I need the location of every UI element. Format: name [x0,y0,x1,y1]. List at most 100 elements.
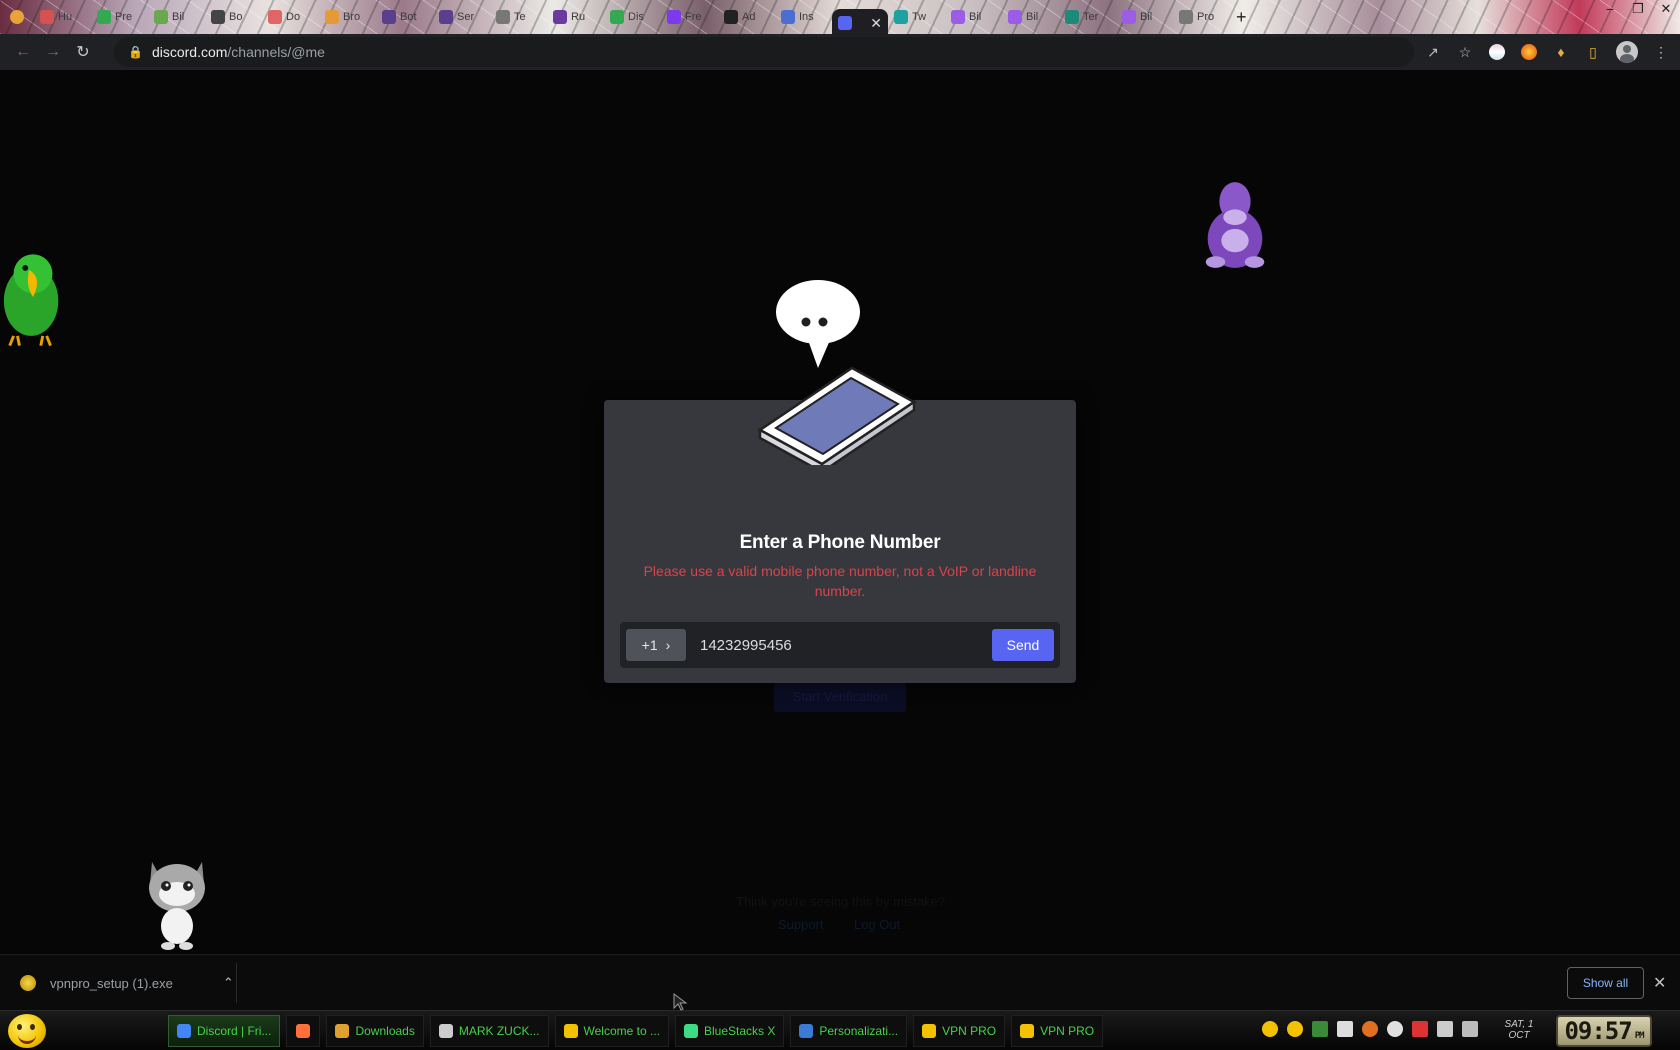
send-button[interactable]: Send [992,629,1054,661]
logout-link[interactable]: Log Out [854,917,900,932]
url-host: discord.com [151,44,228,60]
taskbar-item[interactable]: Personalizati... [790,1015,908,1047]
browser-tab[interactable]: Fre [661,3,718,31]
browser-tab[interactable]: Te [490,3,547,31]
tray-flag-icon[interactable] [1412,1021,1428,1037]
tab-discord-active[interactable]: ✕ [832,9,888,37]
tray-bird-icon[interactable] [1337,1021,1353,1037]
browser-tab[interactable]: Pre [91,3,148,31]
download-item[interactable]: vpnpro_setup (1).exe ⌃ [20,955,234,1011]
tab-favicon-icon [553,10,567,24]
browser-tab[interactable]: Do [262,3,319,31]
tab-label: Pre [115,11,133,23]
date-month: OCT [1508,1030,1530,1041]
tab-favicon-icon [97,10,111,24]
taskbar-clock[interactable]: 09:57 PM [1556,1015,1652,1047]
browser-tab[interactable]: Bil [148,3,205,31]
maximize-button[interactable]: ❐ [1624,0,1652,20]
browser-tab[interactable]: Tw [888,3,945,31]
tray-smiley-icon[interactable] [1262,1021,1278,1037]
extension-flag-icon[interactable] [1488,43,1506,61]
reload-button[interactable]: ↻ [68,42,98,62]
browser-tab[interactable]: Hu [34,3,91,31]
browser-tab[interactable]: Ins [775,3,832,31]
taskbar-item[interactable] [286,1015,321,1047]
tray-tree-icon[interactable] [1312,1021,1328,1037]
lock-icon: 🔒 [128,45,143,59]
tab-favicon-icon [894,10,908,24]
taskbar-item[interactable]: Discord | Fri... [168,1015,281,1047]
bookmark-star-icon[interactable]: ☆ [1456,43,1474,61]
tray-volume-icon[interactable] [1462,1021,1478,1037]
address-bar[interactable]: 🔒 discord.com/channels/@me [114,37,1414,67]
taskbar-date[interactable]: SAT, 1 OCT [1492,1019,1546,1041]
taskbar-item[interactable]: Downloads [326,1015,424,1047]
gray-cat-pet[interactable] [142,852,212,952]
purple-gorilla-pet[interactable] [1196,174,1274,276]
browser-tab[interactable]: Dis [604,3,661,31]
close-download-bar-icon[interactable]: ✕ [1653,973,1666,993]
chevron-up-icon[interactable]: ⌃ [223,975,234,991]
taskbar: Discord | Fri... Downloads MARK ZUCK... Wel… [0,1010,1680,1050]
tab-favicon-icon [325,10,339,24]
start-button[interactable] [8,1014,46,1048]
tab-label: Ter [1083,11,1099,23]
new-tab-button[interactable]: + [1230,3,1254,31]
browser-menu-icon[interactable] [4,3,34,31]
tab-favicon-icon [40,10,54,24]
forward-button[interactable]: → [38,43,68,61]
tab-label: Bil [1140,11,1153,23]
country-code-selector[interactable]: +1 › [626,629,686,661]
tab-label: Fre [685,11,702,23]
phone-illustration [757,280,917,465]
tab-favicon-icon [667,10,681,24]
browser-tab[interactable]: Bil [1002,3,1059,31]
phone-input-row: +1 › Send [620,622,1060,668]
taskbar-item[interactable]: VPN PRO [913,1015,1006,1047]
browser-tab[interactable]: Bil [1116,3,1173,31]
window-controls: – ❐ ✕ [1596,0,1680,20]
close-window-button[interactable]: ✕ [1652,0,1680,20]
browser-tab[interactable]: Ad [718,3,775,31]
back-button[interactable]: ← [8,43,38,61]
taskbar-app-icon [922,1024,937,1038]
share-icon[interactable]: ↗ [1424,43,1442,61]
country-code-label: +1 [641,637,658,653]
taskbar-item-label: BlueStacks X [704,1024,776,1038]
clock-time: 09:57 [1564,1017,1632,1045]
taskbar-item[interactable]: VPN PRO [1011,1015,1104,1047]
browser-tab[interactable]: Ter [1059,3,1116,31]
tray-circle-icon[interactable] [1387,1021,1403,1037]
browser-tab[interactable]: Ru [547,3,604,31]
browser-tab[interactable]: Bot [376,3,433,31]
minimize-button[interactable]: – [1596,0,1624,20]
tray-network-icon[interactable] [1437,1021,1453,1037]
profile-avatar[interactable] [1616,41,1638,63]
start-verification-button[interactable]: Start Verification [774,682,906,712]
show-all-button[interactable]: Show all [1567,967,1644,999]
browser-tab[interactable]: Bil [945,3,1002,31]
tray-search-icon[interactable] [1362,1021,1378,1037]
taskbar-item[interactable]: BlueStacks X [675,1015,785,1047]
tab-close-icon[interactable]: ✕ [870,15,882,32]
browser-tab[interactable]: Bro [319,3,376,31]
phone-number-input[interactable] [686,629,992,661]
taskbar-item[interactable]: MARK ZUCK... [429,1015,549,1047]
extension-fire-icon[interactable] [1520,43,1538,61]
taskbar-item[interactable]: Welcome to ... [554,1015,669,1047]
browser-tab[interactable]: Bo [205,3,262,31]
more-menu-icon[interactable]: ⋮ [1652,43,1670,61]
download-filename: vpnpro_setup (1).exe [50,975,173,991]
tab-favicon-icon [496,10,510,24]
green-parrot-pet[interactable] [0,248,68,350]
taskbar-app-icon [177,1024,191,1038]
side-panel-icon[interactable]: ▯ [1584,43,1602,61]
extensions-puzzle-icon[interactable]: ♦ [1552,43,1570,61]
browser-tab[interactable]: Pro [1173,3,1230,31]
browser-tab[interactable]: Ser [433,3,490,31]
taskbar-item-label: VPN PRO [1040,1024,1095,1038]
support-link[interactable]: Support [778,917,824,932]
tab-favicon-icon [439,10,453,24]
tray-smiley-icon-2[interactable] [1287,1021,1303,1037]
vpn-shield-icon [20,975,36,991]
